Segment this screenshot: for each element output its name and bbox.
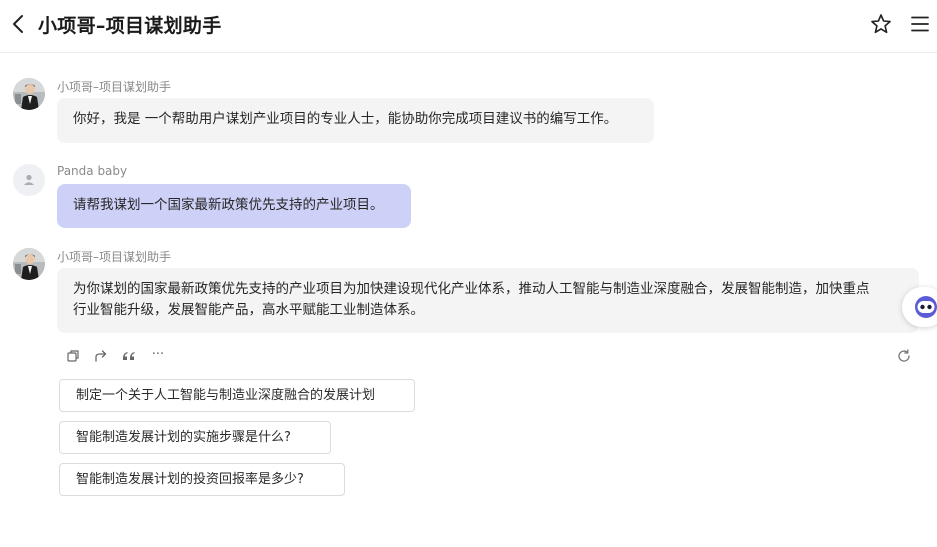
star-icon bbox=[871, 14, 891, 34]
copy-icon bbox=[67, 350, 79, 362]
bot-avatar bbox=[13, 78, 45, 110]
menu-button[interactable] bbox=[910, 14, 930, 34]
page-title: 小项哥–项目谋划助手 bbox=[38, 15, 222, 37]
quote-icon bbox=[123, 352, 135, 360]
user-message-bubble: 请帮我谋划一个国家最新政策优先支持的产业项目。 bbox=[57, 184, 411, 228]
suggestion-chip[interactable]: 智能制造发展计划的投资回报率是多少? bbox=[59, 463, 345, 496]
message-text: 请帮我谋划一个国家最新政策优先支持的产业项目。 bbox=[73, 197, 384, 213]
message-text: 你好，我是 一个帮助用户谋划产业项目的专业人士，能协助你完成项目建议书的编写工作… bbox=[73, 111, 618, 127]
refresh-icon bbox=[898, 349, 910, 362]
more-icon[interactable]: ··· bbox=[149, 347, 167, 363]
copy-button[interactable] bbox=[65, 348, 81, 364]
message-text-line: 行业智能升级，发展智能产品，高水平赋能工业制造体系。 bbox=[73, 302, 424, 318]
bot-message-bubble: 你好，我是 一个帮助用户谋划产业项目的专业人士，能协助你完成项目建议书的编写工作… bbox=[57, 98, 654, 143]
quote-button[interactable] bbox=[121, 348, 137, 364]
message-sender: 小项哥–项目谋划助手 bbox=[57, 250, 172, 264]
suggestion-chip[interactable]: 智能制造发展计划的实施步骤是什么? bbox=[59, 421, 331, 454]
back-icon bbox=[13, 15, 23, 33]
message-sender: Panda baby bbox=[57, 164, 128, 178]
user-avatar bbox=[13, 164, 45, 196]
share-button[interactable] bbox=[93, 348, 109, 364]
bot-avatar bbox=[13, 248, 45, 280]
back-button[interactable] bbox=[8, 12, 30, 36]
assistant-float-icon bbox=[915, 296, 937, 318]
menu-icon bbox=[911, 16, 929, 32]
regenerate-button[interactable] bbox=[896, 348, 912, 364]
bot-message-bubble: 为你谋划的国家最新政策优先支持的产业项目为加快建设现代化产业体系，推动人工智能与… bbox=[57, 268, 919, 333]
floating-assistant-button[interactable] bbox=[902, 287, 937, 327]
message-sender: 小项哥–项目谋划助手 bbox=[57, 80, 172, 94]
favorite-button[interactable] bbox=[870, 13, 892, 35]
top-bar: 小项哥–项目谋划助手 bbox=[0, 0, 937, 53]
message-text-line: 为你谋划的国家最新政策优先支持的产业项目为加快建设现代化产业体系，推动人工智能与… bbox=[73, 281, 870, 297]
share-icon bbox=[95, 350, 107, 362]
suggestion-chip[interactable]: 制定一个关于人工智能与制造业深度融合的发展计划 bbox=[59, 379, 415, 412]
